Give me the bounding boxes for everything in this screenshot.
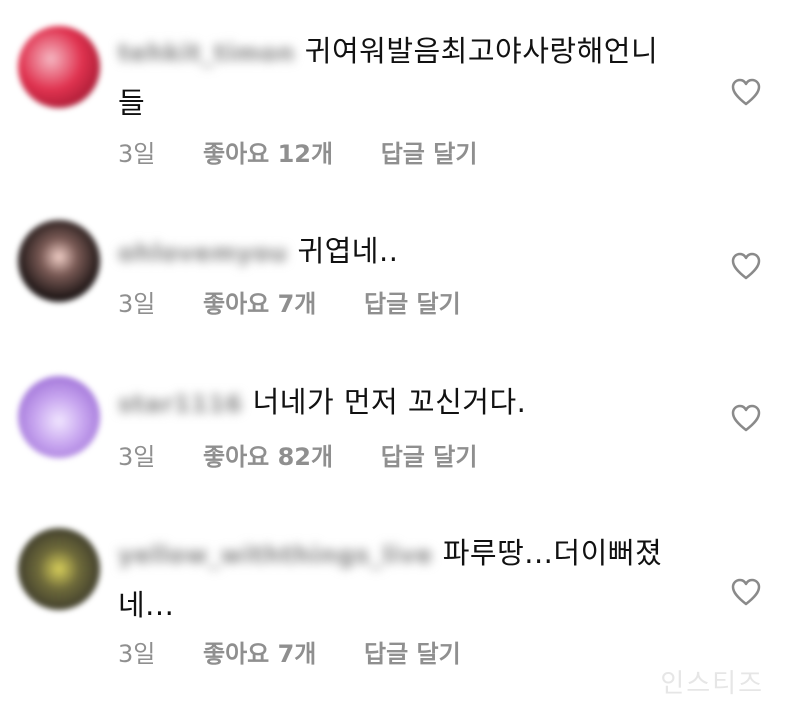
- comment-body: star1116 너네가 먼저 꼬신거다.: [118, 377, 678, 429]
- avatar[interactable]: [18, 376, 100, 458]
- like-count[interactable]: 좋아요 82개: [203, 443, 333, 471]
- comment-text: 너네가 먼저 꼬신거다.: [252, 385, 527, 419]
- heart-icon[interactable]: [731, 578, 761, 606]
- comment-username[interactable]: star1116: [118, 379, 243, 429]
- comment-body: ohlovemyou 귀엽네..: [118, 226, 678, 278]
- comment-meta: 3일 좋아요 12개 답글 달기: [118, 134, 517, 169]
- reply-button[interactable]: 답글 달기: [381, 140, 478, 168]
- comment-username[interactable]: ohlovemyou: [118, 228, 287, 278]
- avatar[interactable]: [18, 220, 100, 302]
- watermark-logo: 인스티즈: [660, 669, 764, 699]
- reply-button[interactable]: 답글 달기: [364, 640, 461, 668]
- comment-username[interactable]: yellow_withthings_live: [118, 530, 433, 580]
- comment-meta: 3일 좋아요 7개 답글 달기: [118, 634, 501, 669]
- avatar[interactable]: [18, 26, 100, 108]
- heart-icon[interactable]: [731, 404, 761, 432]
- heart-icon[interactable]: [731, 252, 761, 280]
- reply-button[interactable]: 답글 달기: [381, 443, 478, 471]
- like-count[interactable]: 좋아요 7개: [203, 640, 316, 668]
- like-count[interactable]: 좋아요 7개: [203, 290, 316, 318]
- avatar[interactable]: [18, 528, 100, 610]
- heart-icon[interactable]: [731, 78, 761, 106]
- reply-button[interactable]: 답글 달기: [364, 290, 461, 318]
- comment-time: 3일: [118, 290, 156, 318]
- comment-meta: 3일 좋아요 7개 답글 달기: [118, 284, 501, 319]
- comment-body: tehkit_timon 귀여워발음최고야사랑해언니들: [118, 26, 678, 128]
- like-count[interactable]: 좋아요 12개: [203, 140, 333, 168]
- comment-time: 3일: [118, 140, 156, 168]
- comment-meta: 3일 좋아요 82개 답글 달기: [118, 437, 517, 472]
- comment-username[interactable]: tehkit_timon: [118, 28, 295, 78]
- comment-time: 3일: [118, 443, 156, 471]
- comment-text: 귀엽네..: [297, 234, 399, 268]
- comment-time: 3일: [118, 640, 156, 668]
- comment-body: yellow_withthings_live 파루땅...더이뻐졌네...: [118, 528, 678, 630]
